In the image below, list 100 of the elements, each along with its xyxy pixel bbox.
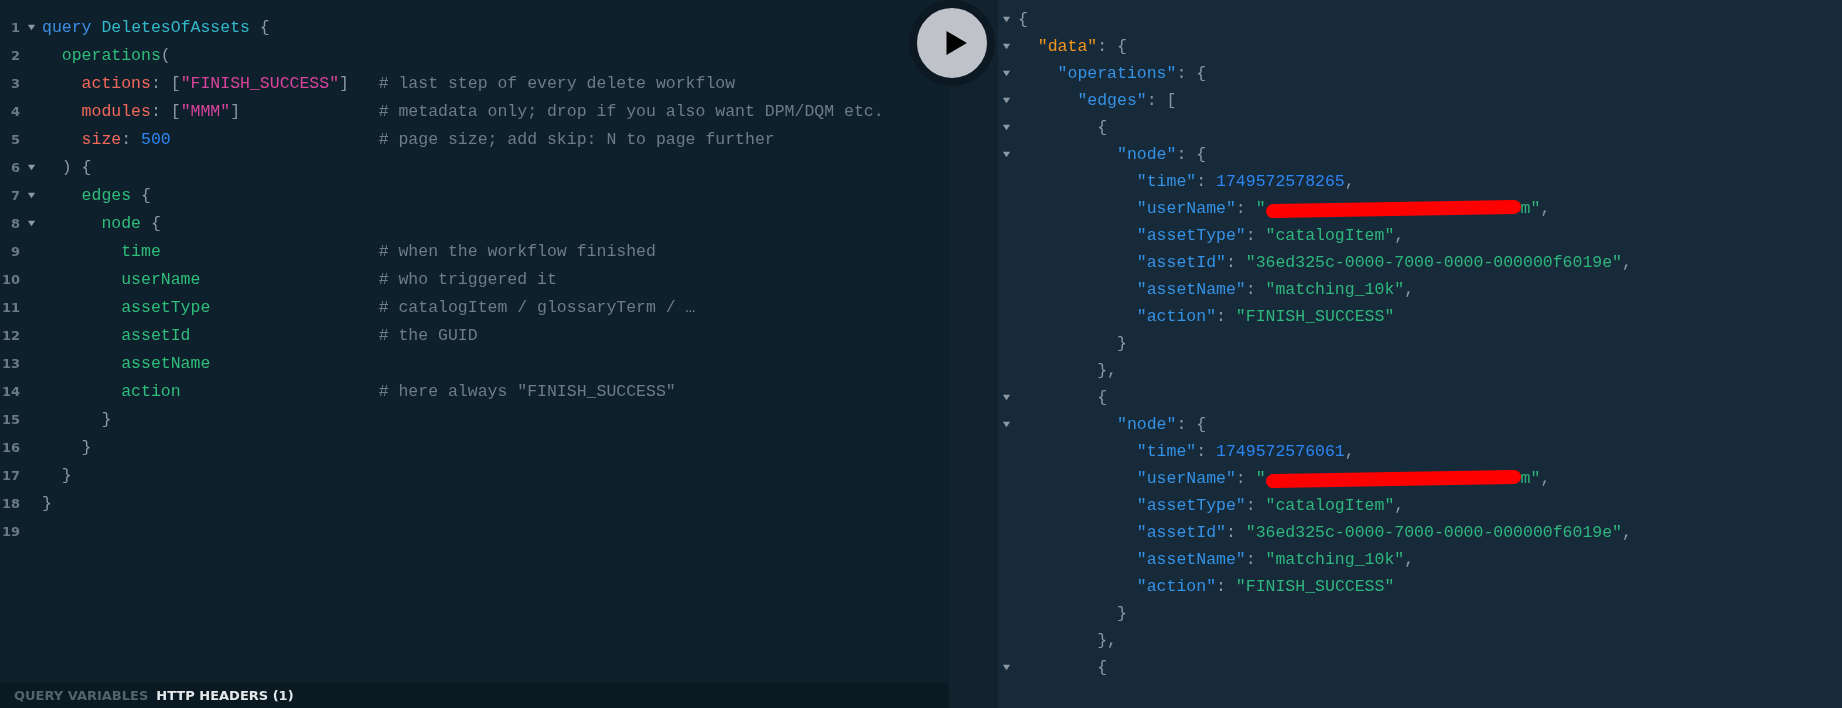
caret-icon[interactable] xyxy=(26,162,36,172)
code-punctuation: , xyxy=(1344,442,1355,461)
caret-icon[interactable] xyxy=(26,218,36,228)
code-string: " xyxy=(1255,469,1266,488)
code-punctuation: { xyxy=(1096,118,1108,137)
code-punctuation: { xyxy=(140,185,151,205)
line-number: 15 xyxy=(0,411,20,427)
code-string: "catalogItem" xyxy=(1265,496,1395,515)
code-punctuation: : [ xyxy=(1146,91,1177,110)
caret-icon[interactable] xyxy=(1001,123,1011,132)
code-punctuation: } xyxy=(1116,604,1127,623)
line-number: 7 xyxy=(9,187,20,203)
code-punctuation: : xyxy=(1216,307,1227,326)
caret-icon[interactable] xyxy=(1001,420,1011,429)
code-field: node xyxy=(42,213,142,233)
code-comment: # metadata only; drop if you also want DPM/DQM etc. xyxy=(378,101,884,121)
caret-icon[interactable] xyxy=(1001,15,1011,24)
code-punctuation: : { xyxy=(1176,415,1207,434)
code-punctuation: { xyxy=(1096,388,1108,407)
panel-tab[interactable]: HTTP HEADERS (1) xyxy=(156,688,294,703)
code-argument: size xyxy=(80,129,122,149)
caret-icon[interactable] xyxy=(1001,663,1011,672)
code-punctuation: : xyxy=(1245,496,1257,515)
line-number: 17 xyxy=(0,467,20,483)
line-number: 14 xyxy=(0,383,20,399)
code-argument: modules xyxy=(80,101,151,121)
code-string: "FINISH_SUCCESS" xyxy=(180,73,340,93)
code-argument: actions xyxy=(80,73,151,93)
code-string: "36ed325c-0000-7000-0000-000000f6019e" xyxy=(1245,253,1622,272)
line-number: 9 xyxy=(9,243,20,259)
json-key: "operations" xyxy=(1018,64,1177,83)
caret-icon[interactable] xyxy=(1001,393,1011,402)
code-punctuation: { xyxy=(1096,658,1108,677)
code-field: operations xyxy=(42,45,161,65)
json-key: "edges" xyxy=(1018,91,1147,110)
code-punctuation: } xyxy=(80,437,92,457)
code-punctuation: } xyxy=(60,465,72,485)
json-key: "assetId" xyxy=(1018,523,1226,542)
code-string: "matching_10k" xyxy=(1265,550,1405,569)
code-punctuation: : { xyxy=(1097,37,1127,56)
line-number: 1 xyxy=(9,19,20,35)
code-string: m" xyxy=(1520,469,1541,488)
code-string: m" xyxy=(1520,199,1541,218)
code-field: assetId xyxy=(42,325,191,345)
code-comment: # who triggered it xyxy=(378,269,557,289)
json-key: "assetId" xyxy=(1018,253,1226,272)
code-punctuation: : xyxy=(1225,523,1237,542)
caret-icon[interactable] xyxy=(1001,96,1011,105)
code-punctuation: , xyxy=(1344,172,1355,191)
caret-icon[interactable] xyxy=(26,190,36,200)
code-string: "catalogItem" xyxy=(1265,226,1395,245)
line-number: 19 xyxy=(0,523,20,539)
code-punctuation: , xyxy=(1404,280,1415,299)
code-string: " xyxy=(1255,199,1266,218)
line-number: 13 xyxy=(0,355,20,371)
json-key: "node" xyxy=(1018,415,1177,434)
code-punctuation: : [ xyxy=(150,101,181,121)
code-comment: # here always "FINISH_SUCCESS" xyxy=(378,381,676,401)
code-field: assetType xyxy=(42,297,211,317)
json-key: "assetType" xyxy=(1018,496,1246,515)
code-string: "MMM" xyxy=(180,101,231,121)
json-key: "userName" xyxy=(1018,199,1236,218)
line-number: 5 xyxy=(9,131,20,147)
code-punctuation: , xyxy=(1622,523,1632,542)
code-punctuation: }, xyxy=(1096,361,1118,380)
json-key: "action" xyxy=(1018,307,1217,326)
code-number: 1749572578265 xyxy=(1216,172,1345,191)
line-number: 10 xyxy=(0,271,20,287)
json-key: "time" xyxy=(1018,172,1197,191)
code-punctuation: } xyxy=(42,493,52,513)
code-punctuation: , xyxy=(1394,496,1405,515)
code-string: "matching_10k" xyxy=(1265,280,1405,299)
code-punctuation: ) { xyxy=(60,157,92,177)
code-punctuation: ( xyxy=(160,45,171,65)
json-key: "userName" xyxy=(1018,469,1236,488)
code-punctuation: : { xyxy=(1176,64,1207,83)
code-punctuation: : xyxy=(1225,253,1237,272)
code-comment: # last step of every delete workflow xyxy=(378,73,736,93)
caret-icon[interactable] xyxy=(1001,150,1011,159)
code-punctuation: : xyxy=(121,129,133,149)
code-string: "36ed325c-0000-7000-0000-000000f6019e" xyxy=(1245,523,1622,542)
code-keyword: query xyxy=(42,17,93,37)
code-punctuation: ] xyxy=(230,101,241,121)
code-punctuation: : { xyxy=(1176,145,1207,164)
caret-icon[interactable] xyxy=(26,22,36,32)
code-punctuation: }, xyxy=(1096,631,1118,650)
code-punctuation: { xyxy=(258,17,270,37)
json-key: "assetType" xyxy=(1018,226,1246,245)
line-number: 2 xyxy=(9,47,20,63)
caret-icon[interactable] xyxy=(1001,69,1011,78)
code-punctuation: : xyxy=(1245,550,1257,569)
code-field: userName xyxy=(42,269,201,289)
code-punctuation: : xyxy=(1196,172,1208,191)
json-key: "assetName" xyxy=(1018,280,1246,299)
line-number: 8 xyxy=(9,215,20,231)
caret-icon[interactable] xyxy=(1001,42,1011,51)
line-number: 16 xyxy=(0,439,20,455)
code-punctuation: , xyxy=(1394,226,1405,245)
code-string: "FINISH_SUCCESS" xyxy=(1235,307,1395,326)
code-comment: # catalogItem / glossaryTerm / … xyxy=(378,297,696,317)
